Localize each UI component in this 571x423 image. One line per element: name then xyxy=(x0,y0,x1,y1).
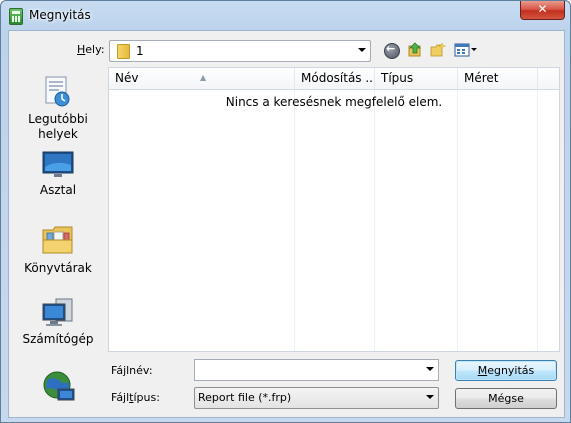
nav-item-desktop-label: Asztal xyxy=(39,183,77,197)
navigation-pane: Legutóbbi helyek Asztal Könyvtárak Számí… xyxy=(10,67,106,401)
folder-icon xyxy=(117,44,130,59)
location-label: Hely: xyxy=(77,43,105,56)
filename-label-rest: lnév: xyxy=(126,364,153,377)
column-divider xyxy=(374,90,375,351)
filetype-label-rest: ípus: xyxy=(133,391,160,404)
back-icon[interactable] xyxy=(384,42,400,59)
network-icon xyxy=(42,370,76,407)
filetype-label-prefix: Fájl xyxy=(111,391,130,404)
nav-item-recent[interactable]: Legutóbbi helyek xyxy=(10,73,106,141)
title-bar[interactable]: Megnyitás ✕ xyxy=(1,1,570,29)
column-header-modified[interactable]: Módosítás ... xyxy=(295,68,375,89)
location-label-rest: ely: xyxy=(85,43,105,56)
nav-item-computer-label: Számítógép xyxy=(22,332,94,346)
nav-item-libraries[interactable]: Könyvtárak xyxy=(10,221,106,287)
filename-label: Fájlnév: xyxy=(111,364,153,377)
cancel-button[interactable]: Mégse xyxy=(455,388,557,409)
nav-item-libraries-label: Könyvtárak xyxy=(24,261,92,275)
up-folder-icon[interactable] xyxy=(407,42,423,58)
column-divider xyxy=(537,90,538,351)
column-header-name-label: Név xyxy=(115,71,139,85)
open-button-label: egnyitás xyxy=(487,364,535,377)
column-header-size[interactable]: Méret xyxy=(458,68,538,89)
libraries-icon xyxy=(42,224,76,259)
nav-item-network[interactable] xyxy=(10,367,106,407)
computer-icon xyxy=(42,298,76,331)
recent-places-icon xyxy=(42,75,74,112)
column-divider xyxy=(294,90,295,351)
close-button[interactable]: ✕ xyxy=(520,1,565,20)
nav-item-recent-label: Legutóbbi helyek xyxy=(28,112,88,141)
app-calculator-icon xyxy=(9,8,23,25)
sort-ascending-icon: ▲ xyxy=(200,73,207,82)
filename-label-prefix: Fá xyxy=(111,364,124,377)
column-header-type[interactable]: Típus xyxy=(375,68,458,89)
filetype-label: Fájltípus: xyxy=(111,391,160,404)
list-header: Név ▲ Módosítás ... Típus Méret xyxy=(109,68,559,90)
nav-item-desktop[interactable]: Asztal xyxy=(10,149,106,209)
empty-list-message: Nincs a keresésnek megfelelő elem. xyxy=(225,95,443,109)
chevron-down-icon[interactable] xyxy=(358,48,366,52)
filename-input[interactable] xyxy=(194,359,439,381)
open-dialog-window: Megnyitás ✕ Hely: 1 ← Legutóbbi helyek A… xyxy=(0,0,571,423)
column-header-name[interactable]: Név ▲ xyxy=(109,68,295,89)
window-title: Megnyitás xyxy=(29,8,91,22)
new-folder-icon[interactable] xyxy=(430,42,446,58)
nav-item-computer[interactable]: Számítógép xyxy=(10,295,106,357)
chevron-down-icon[interactable] xyxy=(426,395,434,399)
chevron-down-icon[interactable] xyxy=(426,367,434,371)
filetype-value: Report file (*.frp) xyxy=(198,391,292,404)
open-button-accel: M xyxy=(477,364,488,377)
open-button[interactable]: Megnyitás xyxy=(455,360,557,381)
location-value: 1 xyxy=(136,44,144,58)
location-combo[interactable]: 1 xyxy=(109,40,371,62)
filetype-select[interactable]: Report file (*.frp) xyxy=(194,387,439,409)
views-menu-icon[interactable] xyxy=(454,42,478,58)
dialog-client-area: Hely: 1 ← Legutóbbi helyek Asztal Könyvt… xyxy=(8,30,565,418)
file-list[interactable]: Név ▲ Módosítás ... Típus Méret Nincs a … xyxy=(108,67,560,352)
desktop-icon xyxy=(42,151,74,182)
column-divider xyxy=(457,90,458,351)
